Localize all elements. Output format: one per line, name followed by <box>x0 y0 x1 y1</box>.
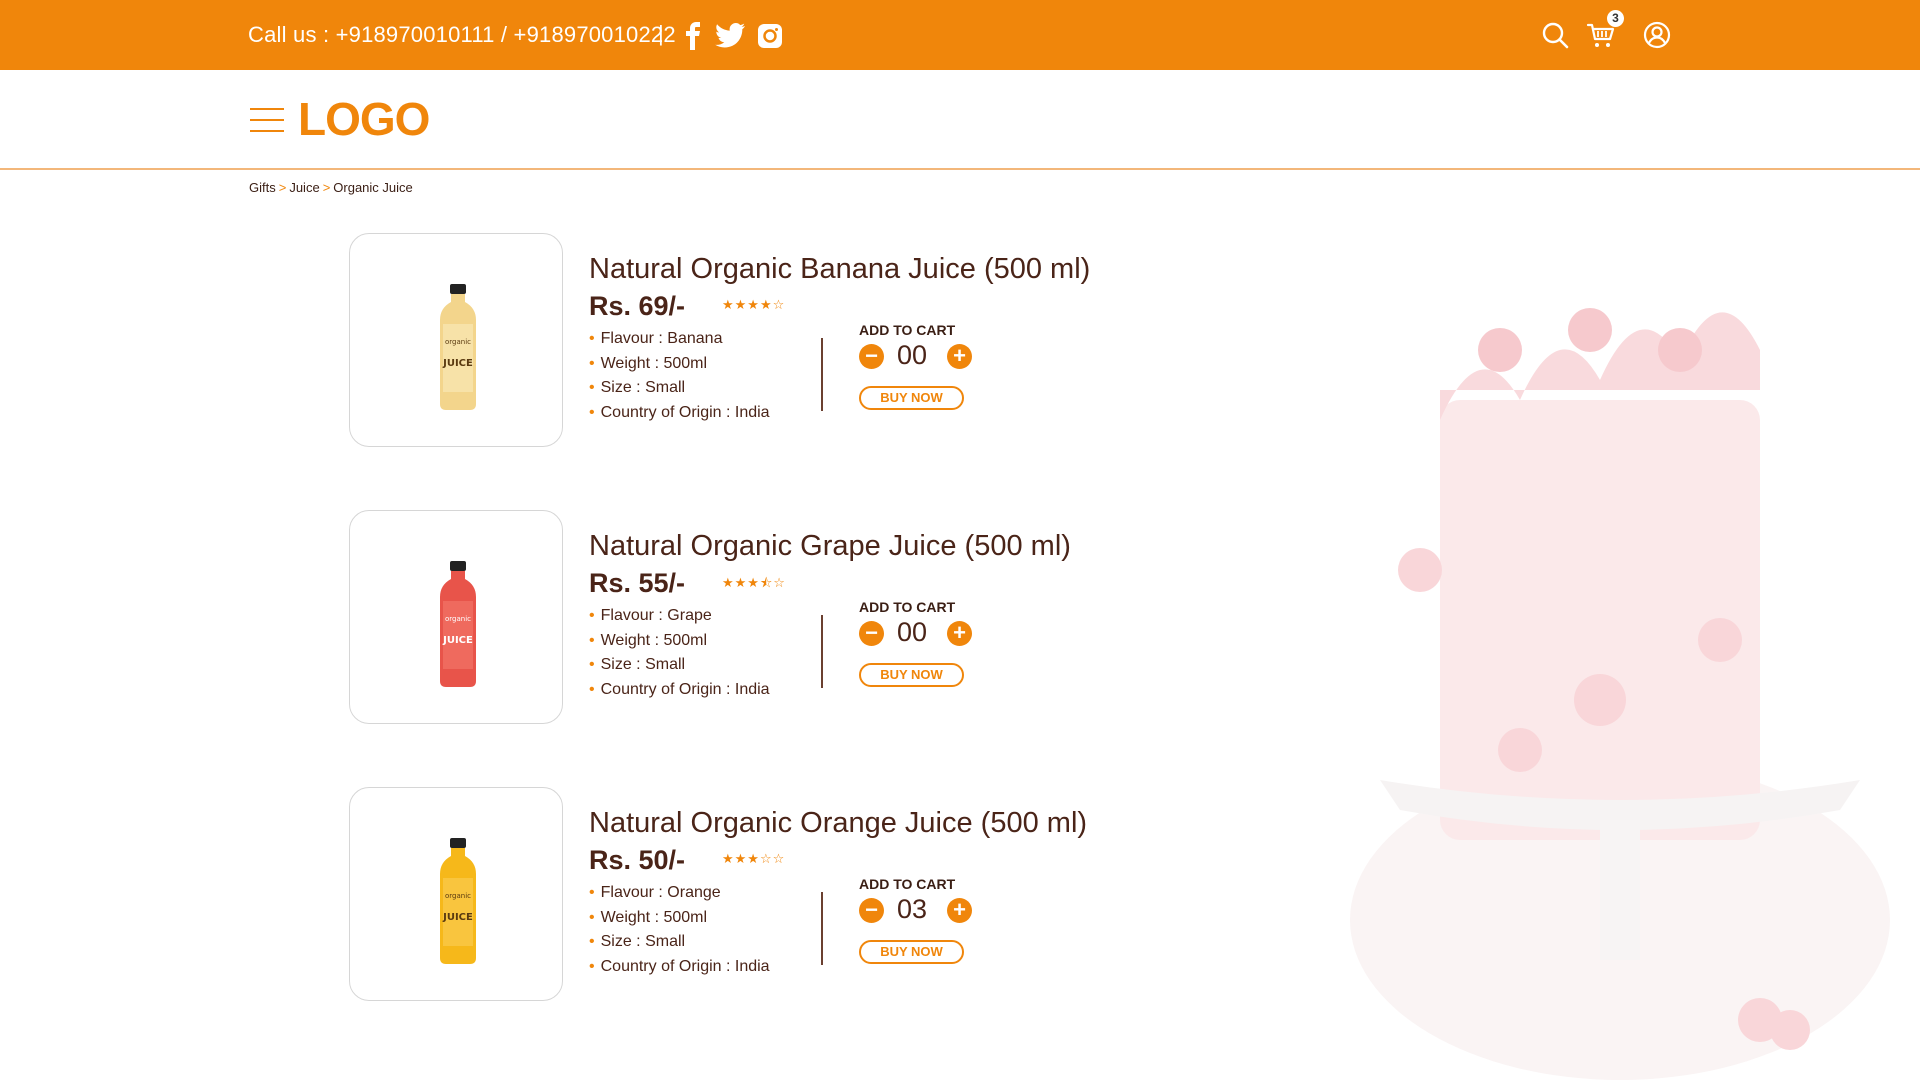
quantity-value: 03 <box>897 894 928 924</box>
product-card: organic JUICE Natural Organic Orange Jui… <box>349 787 1209 1002</box>
divider <box>821 892 823 965</box>
spec-weight: Weight : 500ml <box>589 906 770 931</box>
quantity-value: 00 <box>897 617 928 647</box>
twitter-icon[interactable] <box>714 22 746 50</box>
spec-weight: Weight : 500ml <box>589 629 770 654</box>
cart-count-badge: 3 <box>1607 10 1624 27</box>
spec-flavour: Flavour : Banana <box>589 327 770 352</box>
product-price: Rs. 69/- <box>589 291 686 321</box>
breadcrumb-item-organic-juice[interactable]: Organic Juice <box>333 180 412 195</box>
product-price: Rs. 50/- <box>589 845 686 875</box>
rating-stars-icon: ★★★⯪☆ <box>722 575 786 590</box>
search-icon[interactable] <box>1540 20 1570 50</box>
quantity-value: 00 <box>897 340 928 370</box>
instagram-icon[interactable] <box>756 22 784 50</box>
product-name[interactable]: Natural Organic Orange Juice (500 ml) <box>589 807 1087 840</box>
product-image-frame[interactable]: organic JUICE <box>349 510 563 724</box>
svg-text:organic: organic <box>445 338 471 346</box>
spec-flavour: Flavour : Grape <box>589 604 770 629</box>
product-specs: Flavour : Orange Weight : 500ml Size : S… <box>589 881 770 979</box>
juice-bottle-image: organic JUICE <box>440 838 476 964</box>
svg-text:JUICE: JUICE <box>442 635 473 646</box>
nav-bar: LOGO <box>0 70 1920 170</box>
buy-now-button[interactable]: BUY NOW <box>859 663 964 687</box>
logo[interactable]: LOGO <box>298 92 430 146</box>
increase-qty-button[interactable]: + <box>947 621 972 646</box>
product-name[interactable]: Natural Organic Grape Juice (500 ml) <box>589 530 1071 563</box>
user-icon[interactable] <box>1642 20 1672 50</box>
separator: | <box>658 21 664 46</box>
product-card: organic JUICE Natural Organic Grape Juic… <box>349 510 1209 725</box>
breadcrumb-separator: > <box>278 180 287 195</box>
product-specs: Flavour : Banana Weight : 500ml Size : S… <box>589 327 770 425</box>
breadcrumb-item-juice[interactable]: Juice <box>289 180 319 195</box>
spec-size: Size : Small <box>589 653 770 678</box>
add-to-cart-label: ADD TO CART <box>859 322 956 338</box>
increase-qty-button[interactable]: + <box>947 898 972 923</box>
rating-stars-icon: ★★★☆☆ <box>722 851 786 866</box>
product-image-frame[interactable]: organic JUICE <box>349 233 563 447</box>
breadcrumb-item-gifts[interactable]: Gifts <box>249 180 276 195</box>
svg-text:JUICE: JUICE <box>442 358 473 369</box>
decrease-qty-button[interactable]: − <box>859 344 884 369</box>
add-to-cart-label: ADD TO CART <box>859 599 956 615</box>
spec-origin: Country of Origin : India <box>589 401 770 426</box>
spec-origin: Country of Origin : India <box>589 955 770 980</box>
buy-now-button[interactable]: BUY NOW <box>859 386 964 410</box>
top-bar: Call us : +918970010111 / +918970010222 … <box>0 0 1920 70</box>
product-name[interactable]: Natural Organic Banana Juice (500 ml) <box>589 253 1090 286</box>
add-to-cart-label: ADD TO CART <box>859 876 956 892</box>
svg-text:organic: organic <box>445 615 471 623</box>
spec-weight: Weight : 500ml <box>589 352 770 377</box>
product-image-frame[interactable]: organic JUICE <box>349 787 563 1001</box>
rating-stars-icon: ★★★★☆ <box>722 297 786 312</box>
spec-flavour: Flavour : Orange <box>589 881 770 906</box>
background-cake-image <box>1350 308 1890 1080</box>
product-card: organic JUICE Natural Organic Banana Jui… <box>349 233 1209 448</box>
buy-now-button[interactable]: BUY NOW <box>859 940 964 964</box>
spec-size: Size : Small <box>589 930 770 955</box>
product-price: Rs. 55/- <box>589 568 686 598</box>
hamburger-menu-icon[interactable] <box>250 108 284 132</box>
juice-bottle-image: organic JUICE <box>440 561 476 687</box>
svg-text:JUICE: JUICE <box>442 912 473 923</box>
spec-size: Size : Small <box>589 376 770 401</box>
decrease-qty-button[interactable]: − <box>859 621 884 646</box>
spec-origin: Country of Origin : India <box>589 678 770 703</box>
breadcrumb: Gifts > Juice > Organic Juice <box>249 180 413 195</box>
call-us-text: Call us : +918970010111 / +918970010222 <box>248 22 676 47</box>
decrease-qty-button[interactable]: − <box>859 898 884 923</box>
increase-qty-button[interactable]: + <box>947 344 972 369</box>
breadcrumb-separator: > <box>322 180 331 195</box>
facebook-icon[interactable] <box>684 22 702 50</box>
divider <box>821 615 823 688</box>
product-specs: Flavour : Grape Weight : 500ml Size : Sm… <box>589 604 770 702</box>
svg-text:organic: organic <box>445 892 471 900</box>
divider <box>821 338 823 411</box>
juice-bottle-image: organic JUICE <box>440 284 476 410</box>
